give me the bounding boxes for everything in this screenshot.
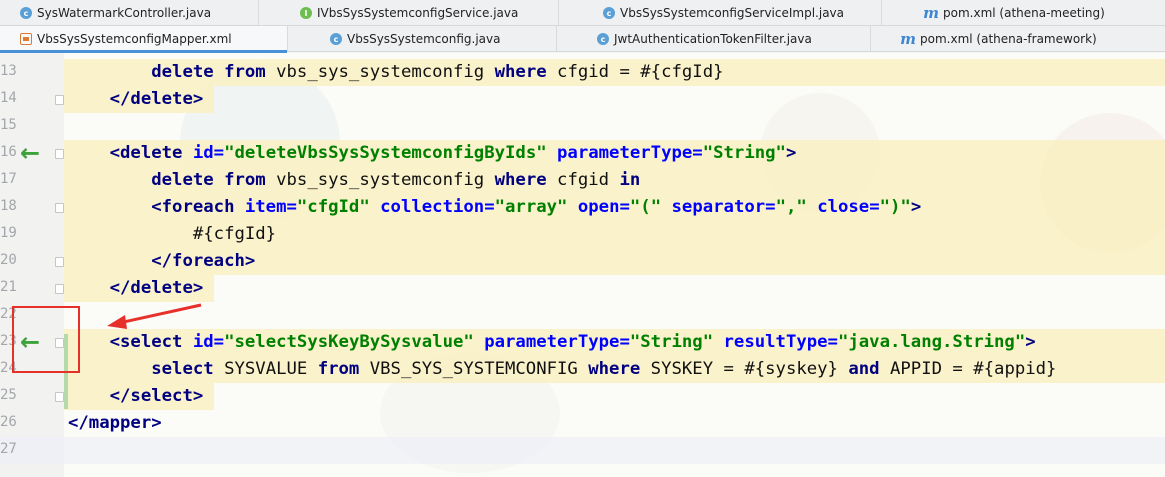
- tab-vbssyssystemconfigmapper[interactable]: VbsSysSystemconfigMapper.xml: [0, 26, 288, 53]
- annotation-highlight-box: [12, 306, 80, 373]
- editor-tab-row-1: c SysWatermarkController.java I IVbsSysS…: [0, 0, 1165, 26]
- code-line-23: 23 ← <select id="selectSysKeyBySysvalue"…: [0, 329, 1165, 356]
- fold-marker[interactable]: [55, 284, 64, 294]
- class-icon: c: [20, 7, 32, 19]
- tab-ivbssyssystemconfigservice[interactable]: I IVbsSysSystemconfigService.java: [294, 0, 559, 26]
- line-number: 20: [0, 252, 17, 268]
- code-line-20: 20 </foreach>: [0, 248, 1165, 275]
- line-number: 15: [0, 117, 17, 133]
- line-number: 17: [0, 171, 17, 187]
- code-text: </foreach>: [151, 251, 256, 271]
- fold-marker[interactable]: [55, 149, 64, 159]
- line-number: 19: [0, 225, 17, 241]
- line-number: 21: [0, 279, 17, 295]
- class-icon: c: [597, 33, 609, 45]
- maven-icon: m: [923, 4, 939, 22]
- interface-icon: I: [300, 7, 312, 19]
- line-number: 27: [0, 441, 17, 457]
- code-line-27: 27: [0, 437, 1165, 464]
- tab-pom-athena-framework[interactable]: m pom.xml (athena-framework): [871, 26, 1165, 52]
- code-line-25: 25 </select>: [0, 383, 1165, 410]
- code-text: #{cfgId}: [68, 224, 277, 244]
- fold-marker[interactable]: [55, 257, 64, 267]
- code-text: </delete>: [109, 89, 204, 109]
- code-text: select SYSVALUE from VBS_SYS_SYSTEMCONFI…: [151, 359, 1057, 379]
- line-number: 14: [0, 90, 17, 106]
- tab-vbssyssystemconfigserviceimpl[interactable]: c VbsSysSystemconfigServiceImpl.java: [597, 0, 882, 26]
- tab-label: VbsSysSystemconfigMapper.xml: [37, 32, 232, 46]
- code-text: <select id="selectSysKeyBySysvalue" para…: [109, 332, 1036, 352]
- xml-file-icon: [20, 33, 32, 45]
- fold-marker[interactable]: [55, 392, 64, 402]
- code-line-17: 17 delete from vbs_sys_systemconfig wher…: [0, 167, 1165, 194]
- class-icon: c: [603, 7, 615, 19]
- tab-jwtauthenticationtokenfilter[interactable]: c JwtAuthenticationTokenFilter.java: [557, 26, 871, 52]
- line-number: 16: [0, 144, 17, 160]
- code-line-19: 19 #{cfgId}: [0, 221, 1165, 248]
- code-editor[interactable]: 13 delete from vbs_sys_systemconfig wher…: [0, 53, 1165, 477]
- annotation-arrow-icon: [107, 303, 202, 329]
- code-text: delete from vbs_sys_systemconfig where c…: [151, 62, 724, 82]
- fold-marker[interactable]: [55, 203, 64, 213]
- fold-marker[interactable]: [55, 95, 64, 105]
- tab-label: JwtAuthenticationTokenFilter.java: [614, 32, 812, 46]
- code-text: </select>: [109, 386, 204, 406]
- tab-label: SysWatermarkController.java: [37, 6, 212, 20]
- code-text: delete from vbs_sys_systemconfig where c…: [151, 170, 641, 190]
- code-line-21: 21 </delete>: [0, 275, 1165, 302]
- class-icon: c: [330, 33, 342, 45]
- tab-label: VbsSysSystemconfig.java: [347, 32, 501, 46]
- code-line-13: 13 delete from vbs_sys_systemconfig wher…: [0, 59, 1165, 86]
- tab-label: pom.xml (athena-meeting): [943, 6, 1105, 20]
- code-text: <delete id="deleteVbsSysSystemconfigById…: [109, 143, 797, 163]
- tab-label: pom.xml (athena-framework): [920, 32, 1097, 46]
- code-text: </delete>: [109, 278, 204, 298]
- editor-tab-row-2: VbsSysSystemconfigMapper.xml c VbsSysSys…: [0, 26, 1165, 53]
- tab-label: VbsSysSystemconfigServiceImpl.java: [620, 6, 845, 20]
- code-line-14: 14 </delete>: [0, 86, 1165, 113]
- line-number: 13: [0, 63, 17, 79]
- tab-vbssyssystemconfig[interactable]: c VbsSysSystemconfig.java: [288, 26, 557, 52]
- code-line-18: 18 <foreach item="cfgId" collection="arr…: [0, 194, 1165, 221]
- code-line-24: 24 select SYSVALUE from VBS_SYS_SYSTEMCO…: [0, 356, 1165, 383]
- tab-syswatermarkcontroller[interactable]: c SysWatermarkController.java: [14, 0, 259, 26]
- line-number: 25: [0, 387, 17, 403]
- code-line-26: 26 </mapper>: [0, 410, 1165, 437]
- code-text: </mapper>: [68, 413, 162, 433]
- code-text: <foreach item="cfgId" collection="array"…: [151, 197, 922, 217]
- tab-label: IVbsSysSystemconfigService.java: [317, 6, 519, 20]
- tab-pom-athena-meeting[interactable]: m pom.xml (athena-meeting): [918, 0, 1165, 26]
- code-line-16: 16 ← <delete id="deleteVbsSysSystemconfi…: [0, 140, 1165, 167]
- maven-icon: m: [900, 30, 916, 48]
- line-number: 26: [0, 414, 17, 430]
- implementing-method-arrow-icon[interactable]: ←: [20, 141, 46, 165]
- code-line-15: 15: [0, 113, 1165, 140]
- line-number: 18: [0, 198, 17, 214]
